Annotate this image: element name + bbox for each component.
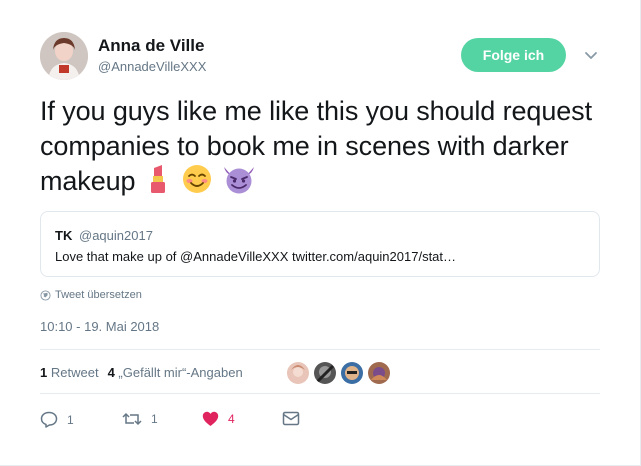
likes-stat[interactable]: 4 „Gefällt mir“-Angaben (108, 365, 243, 380)
smiling-imp-emoji (222, 164, 256, 203)
translate-tweet-link[interactable]: Tweet übersetzen (40, 289, 142, 301)
tweet-card: Anna de Ville @AnnadeVilleXXX Folge ich … (0, 0, 641, 466)
user-name[interactable]: Anna de Ville (98, 36, 204, 56)
liker-avatar[interactable] (312, 360, 338, 386)
direct-message-button[interactable] (282, 411, 300, 426)
liker-avatar[interactable] (339, 360, 365, 386)
like-count: 4 (228, 412, 235, 426)
retweet-count: 1 (151, 412, 158, 426)
retweet-button[interactable]: 1 (122, 411, 158, 427)
divider (40, 349, 600, 350)
chevron-down-icon[interactable] (582, 46, 600, 64)
tweet-timestamp[interactable]: 10:10 - 19. Mai 2018 (40, 319, 159, 334)
likes-label: „Gefällt mir“-Angaben (118, 365, 243, 380)
retweets-count: 1 (40, 365, 48, 380)
smiling-blushing-emoji (182, 164, 212, 203)
reply-button[interactable]: 1 (40, 411, 74, 428)
translate-label: Tweet übersetzen (55, 289, 142, 301)
quote-text: Love that make up of @AnnadeVilleXXX twi… (55, 249, 457, 264)
tweet-stats: 1 Retweet 4 „Gefällt mir“-Angaben (40, 365, 252, 380)
reply-icon (40, 411, 58, 428)
quoted-tweet[interactable]: TK @aquin2017 Love that make up of @Anna… (40, 211, 600, 277)
retweets-label: Retweet (50, 365, 99, 380)
heart-icon (202, 411, 219, 426)
lipstick-emoji (145, 164, 173, 203)
envelope-icon (282, 411, 300, 426)
liker-avatar[interactable] (366, 360, 392, 386)
tweet-text-body: If you guys like me like this you should… (40, 96, 592, 196)
tweet-text: If you guys like me like this you should… (40, 94, 610, 203)
likers-avatars (285, 360, 393, 386)
retweet-icon (122, 412, 142, 426)
globe-icon (40, 289, 51, 301)
quote-user-name: TK (55, 228, 73, 243)
like-button[interactable]: 4 (202, 411, 235, 427)
likes-count: 4 (107, 365, 115, 380)
retweets-stat[interactable]: 1 Retweet (40, 365, 99, 380)
avatar[interactable] (40, 32, 88, 80)
quote-user-handle: @aquin2017 (79, 228, 153, 243)
reply-count: 1 (67, 412, 74, 427)
tweet-actions: 1 1 4 (40, 411, 340, 429)
divider (40, 393, 600, 394)
user-handle[interactable]: @AnnadeVilleXXX (98, 59, 206, 74)
liker-avatar[interactable] (285, 360, 311, 386)
following-button[interactable]: Folge ich (461, 38, 566, 72)
